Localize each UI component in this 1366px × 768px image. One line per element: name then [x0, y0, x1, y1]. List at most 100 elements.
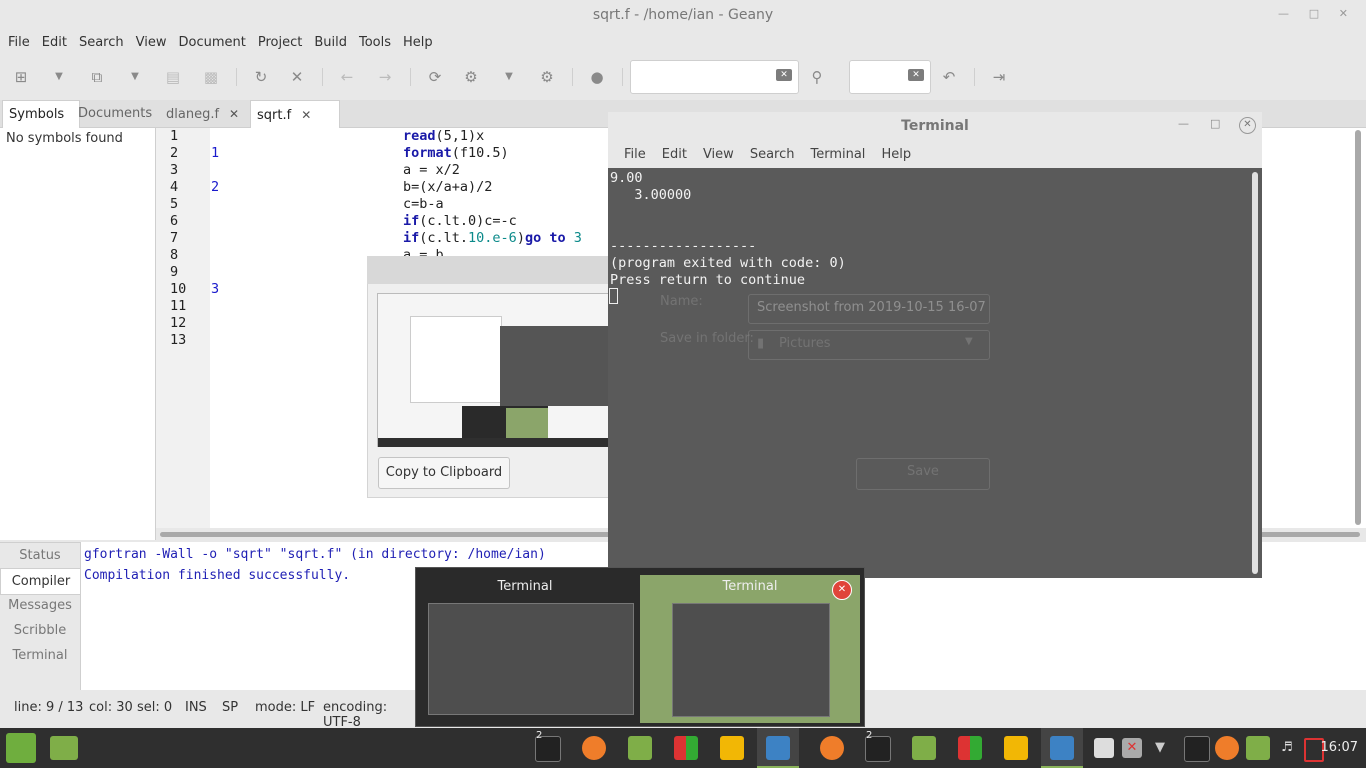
close-icon[interactable]: ✕	[1339, 7, 1348, 23]
open-file-icon[interactable]: ⧉	[86, 66, 108, 88]
files-icon[interactable]	[912, 736, 936, 760]
window-title: sqrt.f - /home/ian - Geany	[0, 0, 1366, 30]
menu-search[interactable]: Search	[742, 147, 803, 162]
menu-help[interactable]: Help	[397, 35, 439, 50]
close-icon[interactable]: ✕	[1239, 117, 1256, 134]
menu-terminal[interactable]: Terminal	[802, 147, 873, 162]
build-dropdown-icon[interactable]: ▼	[498, 66, 520, 88]
tab-messages[interactable]: Messages	[0, 593, 80, 618]
software-manager-icon[interactable]	[674, 736, 698, 760]
maximize-icon[interactable]: □	[1309, 7, 1319, 23]
name-value: Screenshot from 2019-10-15 16-07-06.png	[757, 300, 985, 315]
firefox-icon[interactable]	[582, 736, 606, 760]
terminal-menu-bar: File Edit View Search Terminal Help	[608, 140, 1262, 168]
forward-icon[interactable]: →	[374, 66, 396, 88]
show-desktop-icon[interactable]	[50, 736, 78, 760]
files-icon[interactable]	[628, 736, 652, 760]
screenshot-icon[interactable]	[1050, 736, 1074, 760]
clear-goto-icon[interactable]: ✕	[908, 69, 924, 81]
network-icon[interactable]: ▼	[1150, 738, 1170, 758]
compile-icon[interactable]: ⟳	[424, 66, 446, 88]
statement-label: 1	[211, 145, 220, 161]
search-icon[interactable]: ⚲	[806, 66, 828, 88]
tab-sqrt[interactable]: sqrt.f ✕	[250, 100, 340, 129]
switcher-item-selected[interactable]: Terminal ✕	[640, 575, 860, 723]
tab-compiler[interactable]: Compiler	[0, 568, 81, 595]
screenshot-icon[interactable]	[766, 736, 790, 760]
clock[interactable]: 16:07	[1321, 740, 1358, 755]
close-tab-icon[interactable]: ✕	[301, 108, 311, 122]
open-dropdown-icon[interactable]: ▼	[124, 66, 146, 88]
close-file-icon[interactable]: ✕	[286, 66, 308, 88]
menu-search[interactable]: Search	[73, 35, 130, 50]
folder-icon: ▮	[757, 336, 765, 351]
status-sp: SP	[222, 700, 239, 715]
line-number: 5	[170, 196, 179, 212]
save-icon[interactable]: ▤	[162, 66, 184, 88]
code-line: if(c.lt.0)c=-c	[403, 213, 517, 229]
color-chooser-icon[interactable]: ●	[586, 66, 608, 88]
revert-icon[interactable]: ↻	[250, 66, 272, 88]
minimize-icon[interactable]: —	[1178, 117, 1189, 130]
new-dropdown-icon[interactable]: ▼	[48, 66, 70, 88]
app-icon[interactable]	[720, 736, 744, 760]
tab-symbols[interactable]: Symbols	[2, 100, 80, 129]
app-icon[interactable]	[1004, 736, 1028, 760]
clear-search-icon[interactable]: ✕	[776, 69, 792, 81]
menu-edit[interactable]: Edit	[36, 35, 73, 50]
close-tab-icon[interactable]: ✕	[229, 107, 239, 121]
terminal-line: ------------------	[610, 238, 757, 254]
tab-terminal[interactable]: Terminal	[0, 643, 80, 668]
goto-line-input[interactable]: ✕	[849, 60, 931, 94]
jump-to-line-icon[interactable]: ↶	[938, 66, 960, 88]
copy-to-clipboard-button[interactable]: Copy to Clipboard	[378, 457, 510, 489]
line-number: 2	[170, 145, 179, 161]
build-icon[interactable]: ⚙	[460, 66, 482, 88]
tab-status[interactable]: Status	[0, 543, 80, 568]
line-number: 10	[170, 281, 187, 297]
firefox-icon[interactable]	[1215, 736, 1239, 760]
mint-menu-icon[interactable]	[6, 733, 36, 763]
back-icon[interactable]: ←	[336, 66, 358, 88]
terminal-line: 9.00	[610, 170, 643, 186]
terminal-icon[interactable]	[1184, 736, 1210, 762]
update-manager-icon[interactable]: ✕	[1122, 738, 1142, 758]
volume-icon[interactable]: ♬	[1277, 738, 1297, 758]
tab-documents[interactable]: Documents	[72, 100, 168, 128]
menu-view[interactable]: View	[695, 147, 742, 162]
folder-label: Save in folder:	[660, 331, 754, 346]
run-icon[interactable]: ⚙	[536, 66, 558, 88]
vertical-scrollbar[interactable]	[1355, 130, 1361, 525]
status-mode: mode: LF	[255, 700, 316, 715]
menu-view[interactable]: View	[130, 35, 173, 50]
minimize-icon[interactable]: —	[1278, 7, 1289, 23]
menu-document[interactable]: Document	[172, 35, 251, 50]
menu-project[interactable]: Project	[252, 35, 308, 50]
no-symbols-text: No symbols found	[6, 131, 123, 146]
software-manager-icon[interactable]	[958, 736, 982, 760]
statement-label: 2	[211, 179, 220, 195]
code-line: if(c.lt.10.e-6)go to 3	[403, 230, 582, 246]
keyboard-icon[interactable]	[1094, 738, 1114, 758]
terminal-scrollbar[interactable]	[1252, 172, 1258, 574]
menu-help[interactable]: Help	[873, 147, 919, 162]
tab-dlaneg[interactable]: dlaneg.f ✕	[160, 100, 258, 128]
search-input[interactable]: ✕	[630, 60, 799, 94]
tab-scribble[interactable]: Scribble	[0, 618, 80, 643]
save-all-icon[interactable]: ▩	[200, 66, 222, 88]
files-icon[interactable]	[1246, 736, 1270, 760]
menu-build[interactable]: Build	[308, 35, 353, 50]
quit-icon[interactable]: ⇥	[988, 66, 1010, 88]
menu-tools[interactable]: Tools	[353, 35, 397, 50]
close-icon[interactable]: ✕	[832, 580, 852, 600]
menu-file[interactable]: File	[2, 35, 36, 50]
terminal-output[interactable]	[608, 168, 1262, 578]
menu-file[interactable]: File	[616, 147, 654, 162]
firefox-icon[interactable]	[820, 736, 844, 760]
line-number: 4	[170, 179, 179, 195]
compiler-message: gfortran -Wall -o "sqrt" "sqrt.f" (in di…	[84, 547, 546, 562]
switcher-item[interactable]: Terminal	[419, 575, 634, 723]
maximize-icon[interactable]: □	[1210, 117, 1220, 130]
menu-edit[interactable]: Edit	[654, 147, 695, 162]
new-file-icon[interactable]: ⊞	[10, 66, 32, 88]
